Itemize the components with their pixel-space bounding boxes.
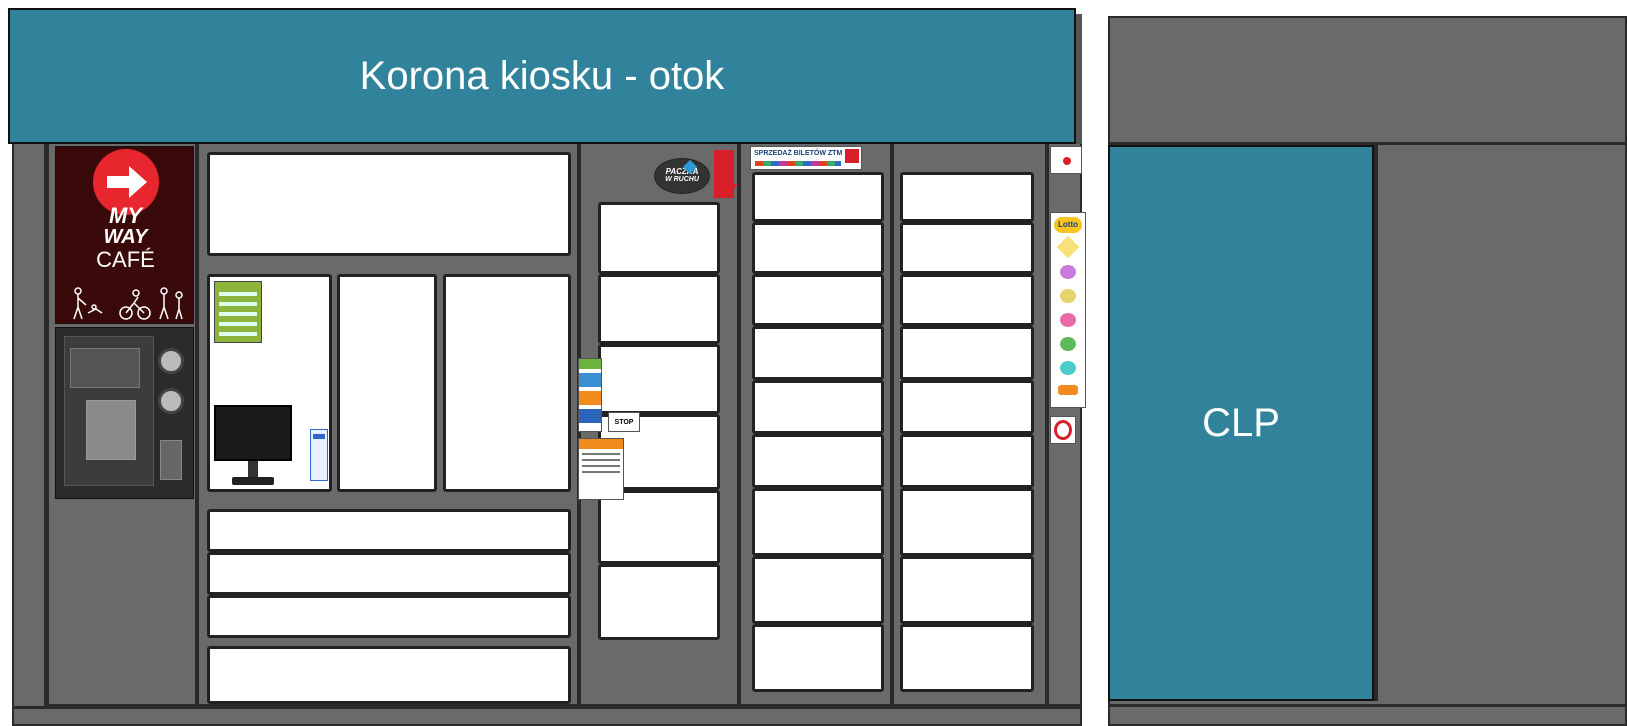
coffee-dispenser — [86, 400, 136, 460]
ztm-ticket-stripes — [755, 161, 841, 166]
lotto-yellow-icon — [1060, 289, 1076, 303]
orange-poster-line-3 — [582, 465, 620, 467]
small-top-sticker — [1050, 146, 1082, 174]
colorful-leaflet — [578, 358, 602, 432]
orange-poster-line-4 — [582, 471, 620, 473]
monitor-screen — [214, 405, 292, 461]
leaflet-band-green — [579, 359, 601, 369]
clp-right-divider — [1374, 145, 1378, 701]
right-shelf-8 — [900, 556, 1034, 624]
lotto-star-yellow-icon — [1056, 235, 1080, 259]
green-poster — [214, 281, 262, 343]
parcel-shelf-3 — [598, 344, 720, 414]
parcel-shelf-2 — [598, 274, 720, 344]
ticket-shelf-8 — [752, 556, 884, 624]
ticket-shelf-7 — [752, 488, 884, 556]
shelf-top-wide — [207, 152, 571, 256]
parcel-shelf-1 — [598, 202, 720, 274]
coffee-machine-panel — [70, 348, 140, 388]
paczka-w-ruchu-logo: PACZKA W RUCHU — [654, 158, 710, 194]
lotto-logo: Lotto — [1054, 217, 1082, 233]
orange-poster-band — [579, 439, 623, 449]
lotto-pink-icon — [1060, 313, 1076, 327]
shelf-mid-center — [337, 274, 437, 492]
cafe-sign: MY WAY CAFÉ — [55, 146, 194, 324]
shelf-lower-1 — [207, 509, 571, 552]
cafe-line-2: WAY — [103, 226, 148, 248]
ticket-shelf-4 — [752, 326, 884, 380]
ticket-shelf-3 — [752, 274, 884, 326]
cafe-logo-text: MY WAY CAFÉ — [56, 205, 195, 271]
clp-panel: CLP — [1108, 145, 1374, 701]
blue-leaflet — [310, 429, 328, 481]
blue-leaflet-band — [313, 434, 325, 439]
lotto-green-icon — [1060, 337, 1076, 351]
ticket-shelf-1 — [752, 172, 884, 222]
shelf-mid-left — [207, 274, 332, 492]
right-shelf-5 — [900, 380, 1034, 434]
cafe-line-3: CAFÉ — [96, 247, 155, 272]
header-title: Korona kiosku - otok — [359, 53, 725, 98]
stop-sticker: STOP — [608, 412, 640, 432]
orange-poster-line-2 — [582, 459, 620, 461]
right-shelf-3 — [900, 274, 1034, 326]
monitor-icon — [214, 405, 292, 491]
green-poster-line-1 — [219, 292, 257, 296]
green-poster-line-2 — [219, 302, 257, 306]
cafe-line-1: MY — [109, 203, 142, 228]
shelf-mid-right — [443, 274, 571, 492]
orange-price-poster — [578, 438, 624, 500]
right-kiosk-bottom-divider — [1108, 704, 1627, 707]
shelf-lower-3 — [207, 595, 571, 638]
shelf-lower-2 — [207, 552, 571, 595]
right-shelf-4 — [900, 326, 1034, 380]
lotto-cyan-icon — [1060, 361, 1076, 375]
lotto-orange-icon — [1058, 385, 1078, 395]
ticket-shelf-6 — [752, 434, 884, 488]
ok-ring-icon — [1054, 420, 1072, 440]
shelf-bottom — [207, 646, 571, 704]
right-shelf-7 — [900, 488, 1034, 556]
coffee-cups — [160, 440, 182, 480]
small-sticker-dot — [1063, 157, 1071, 165]
red-down-arrow-icon — [714, 184, 738, 198]
leaflet-band-blue — [579, 373, 601, 387]
leaflet-band-orange — [579, 391, 601, 405]
clp-label: CLP — [1202, 400, 1280, 445]
right-shelf-9 — [900, 624, 1034, 692]
header-crown: Korona kiosku - otok — [8, 8, 1076, 144]
coffee-machine — [55, 327, 194, 499]
leaflet-band-navy — [579, 409, 601, 423]
stop-text: STOP — [614, 419, 634, 426]
green-poster-line-5 — [219, 332, 257, 336]
lotto-purple-icon — [1060, 265, 1076, 279]
right-shelf-6 — [900, 434, 1034, 488]
paczka-line-1: PACZKA — [665, 167, 699, 176]
monitor-base — [232, 477, 274, 485]
cafe-figures-icon — [64, 285, 188, 321]
coffee-knob-top — [158, 348, 184, 374]
coffee-knob-bottom — [158, 388, 184, 414]
ztm-logo-icon — [845, 149, 859, 163]
parcel-shelf-5 — [598, 490, 720, 564]
right-shelf-2 — [900, 222, 1034, 274]
green-poster-line-4 — [219, 322, 257, 326]
parcel-shelf-6 — [598, 564, 720, 640]
orange-poster-line-1 — [582, 453, 620, 455]
ticket-shelf-9 — [752, 624, 884, 692]
paczka-line-2: W RUCHU — [665, 176, 699, 183]
ok-sticker — [1050, 416, 1076, 444]
ztm-ticket-sign: SPRZEDAŻ BILETÓW ZTM — [750, 146, 862, 170]
green-poster-line-3 — [219, 312, 257, 316]
lotto-sign: Lotto — [1050, 212, 1086, 408]
main-kiosk-bottom-divider — [12, 706, 1082, 709]
ticket-shelf-5 — [752, 380, 884, 434]
ticket-shelf-2 — [752, 222, 884, 274]
right-shelf-1 — [900, 172, 1034, 222]
